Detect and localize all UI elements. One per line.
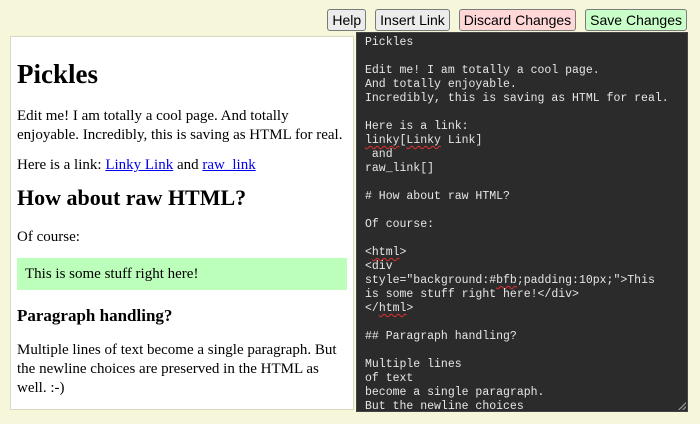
intro-paragraph: Edit me! I am totally a cool page. And t… xyxy=(17,108,343,143)
editor-line: linky[Linky Link] xyxy=(365,134,483,147)
link-prefix: Here is a link: xyxy=(17,157,106,173)
link-paragraph: Here is a link: Linky Link and raw_link xyxy=(17,156,347,175)
editor-line: Of course: xyxy=(365,218,435,231)
multiline-paragraph: Multiple lines of text become a single p… xyxy=(17,342,337,396)
editor-line: But the newline choices xyxy=(365,400,524,412)
resize-grip-icon[interactable] xyxy=(678,402,686,410)
raw-link[interactable]: raw_link xyxy=(202,157,255,173)
raw-html-heading: How about raw HTML? xyxy=(17,185,247,210)
editor-line: Here is a link: xyxy=(365,120,469,133)
editor-line: Edit me! I am totally a cool page. xyxy=(365,64,600,77)
insert-link-button[interactable]: Insert Link xyxy=(375,9,450,31)
preview-pane: Pickles Edit me! I am totally a cool pag… xyxy=(10,36,354,410)
green-box: This is some stuff right here! xyxy=(17,258,347,290)
editor-line: is some stuff right here!</div> xyxy=(365,288,579,301)
editor-line: And totally enjoyable. xyxy=(365,78,517,91)
editor-line: # How about raw HTML? xyxy=(365,190,510,203)
editor-line: <div xyxy=(365,260,393,273)
editor-line: and xyxy=(365,148,393,161)
editor-line: become a single paragraph. xyxy=(365,386,545,399)
linky-link[interactable]: Linky Link xyxy=(105,157,173,173)
editor-line: raw_link[] xyxy=(365,162,435,175)
editor-line: ## Paragraph handling? xyxy=(365,330,517,343)
markup-editor[interactable]: Pickles Edit me! I am totally a cool pag… xyxy=(356,32,688,412)
toolbar: Help Insert Link Discard Changes Save Ch… xyxy=(327,9,687,31)
editor-line: Incredibly, this is saving as HTML for r… xyxy=(365,92,669,105)
help-button[interactable]: Help xyxy=(327,9,367,31)
editor-line: <html> xyxy=(365,246,407,259)
editor-line: of text xyxy=(365,372,414,385)
save-changes-button[interactable]: Save Changes xyxy=(585,9,687,31)
page-title: Pickles xyxy=(17,59,98,89)
editor-line: Multiple lines xyxy=(365,358,462,371)
editor-textarea[interactable]: Pickles Edit me! I am totally a cool pag… xyxy=(357,33,687,412)
editor-line: Pickles xyxy=(365,36,414,49)
link-and: and xyxy=(173,157,203,173)
discard-changes-button[interactable]: Discard Changes xyxy=(458,9,577,31)
paragraph-heading: Paragraph handling? xyxy=(17,306,173,325)
editor-line: </html> xyxy=(365,302,414,315)
editor-line: style="background:#bfb;padding:10px;">Th… xyxy=(365,274,655,287)
of-course-paragraph: Of course: xyxy=(17,229,80,245)
